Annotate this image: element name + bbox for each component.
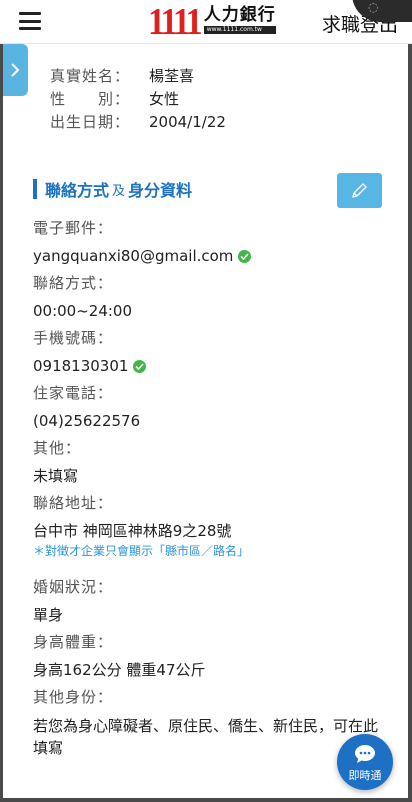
identity-field: 其他身份： 若您為身心障礙者、原住民、僑生、新住民，可在此填寫	[33, 687, 383, 759]
section-title: 聯絡方式 及 身分資料	[33, 178, 192, 200]
basic-row-gender: 性 別： 女性	[50, 87, 226, 110]
overlay-icon: ◌	[368, 0, 379, 14]
identity-label: 其他身份：	[33, 688, 114, 706]
address-note: ＊對徵才企業只會顯示「縣市區／路名」	[33, 544, 250, 558]
check-circle-icon	[133, 359, 147, 373]
contact-time-field: 聯絡方式： 00:00~24:00	[33, 273, 132, 321]
chat-bubble-icon	[355, 745, 375, 763]
section-bar	[33, 179, 37, 199]
edit-button[interactable]	[337, 173, 382, 208]
address-label: 聯絡地址：	[33, 494, 114, 512]
other-label: 其他：	[33, 439, 82, 457]
section-title-and: 及	[112, 183, 126, 199]
marital-field: 婚姻狀況： 單身	[33, 577, 113, 625]
chevron-right-icon	[11, 63, 20, 77]
pencil-icon	[352, 183, 367, 198]
site-logo[interactable]: 1111 人力銀行 www.1111.com.tw	[148, 1, 276, 43]
body-label: 身高體重：	[33, 633, 114, 651]
email-value: yangquanxi80@gmail.com	[33, 247, 234, 265]
hamburger-menu-icon[interactable]	[19, 12, 41, 30]
bottom-frame-edge	[0, 798, 412, 802]
other-value: 未填寫	[33, 467, 79, 485]
marital-value: 單身	[33, 606, 64, 624]
left-frame-edge	[0, 0, 3, 802]
basic-row-name: 真實姓名： 楊荃喜	[50, 64, 226, 87]
home-phone-field: 住家電話： (04)25622576	[33, 383, 140, 431]
name-value: 楊荃喜	[149, 67, 195, 85]
contact-time-value: 00:00~24:00	[33, 302, 133, 320]
other-field: 其他： 未填寫	[33, 438, 81, 486]
email-value-row: yangquanxi80@gmail.com	[33, 246, 252, 266]
gender-value: 女性	[149, 90, 180, 108]
mobile-value-row: 0918130301	[33, 356, 147, 376]
home-phone-label: 住家電話：	[33, 384, 114, 402]
mobile-value: 0918130301	[33, 357, 129, 375]
section-title-contact: 聯絡方式	[45, 181, 110, 200]
birthdate-value: 2004/1/22	[149, 112, 226, 131]
email-field: 電子郵件： yangquanxi80@gmail.com	[33, 218, 252, 266]
section-title-identity: 身分資料	[128, 181, 193, 200]
birthdate-label: 出生日期：	[50, 113, 131, 131]
body-field: 身高體重： 身高162公分 體重47公斤	[33, 632, 206, 680]
name-label: 真實姓名：	[50, 67, 131, 85]
address-value: 台中市 神岡區神林路9之28號	[33, 522, 232, 540]
basic-row-birthdate: 出生日期： 2004/1/22	[50, 110, 226, 133]
marital-label: 婚姻狀況：	[33, 578, 114, 596]
mobile-field: 手機號碼： 0918130301	[33, 328, 147, 376]
check-circle-icon	[238, 249, 252, 263]
address-field: 聯絡地址： 台中市 神岡區神林路9之28號 ＊對徵才企業只會顯示「縣市區／路名」	[33, 493, 249, 559]
home-phone-value: (04)25622576	[33, 412, 141, 430]
email-label: 電子郵件：	[33, 219, 114, 237]
mobile-label: 手機號碼：	[33, 329, 114, 347]
chat-label: 即時通	[348, 769, 382, 782]
identity-value: 若您為身心障礙者、原住民、僑生、新住民，可在此填寫	[33, 717, 379, 757]
logo-text: 人力銀行	[203, 5, 276, 25]
side-drawer-tab[interactable]	[3, 44, 28, 96]
logo-number: 1111	[148, 1, 203, 43]
live-chat-button[interactable]: 即時通	[337, 734, 393, 790]
body-value: 身高162公分 體重47公斤	[33, 661, 206, 679]
contact-time-label: 聯絡方式：	[33, 274, 114, 292]
right-frame-edge	[408, 0, 412, 802]
logo-url: www.1111.com.tw	[203, 26, 276, 34]
top-header: 1111 人力銀行 www.1111.com.tw 求職登出 ◌	[0, 0, 412, 44]
basic-info: 真實姓名： 楊荃喜 性 別： 女性 出生日期： 2004/1/22	[50, 64, 226, 133]
gender-label: 性 別：	[50, 90, 131, 108]
